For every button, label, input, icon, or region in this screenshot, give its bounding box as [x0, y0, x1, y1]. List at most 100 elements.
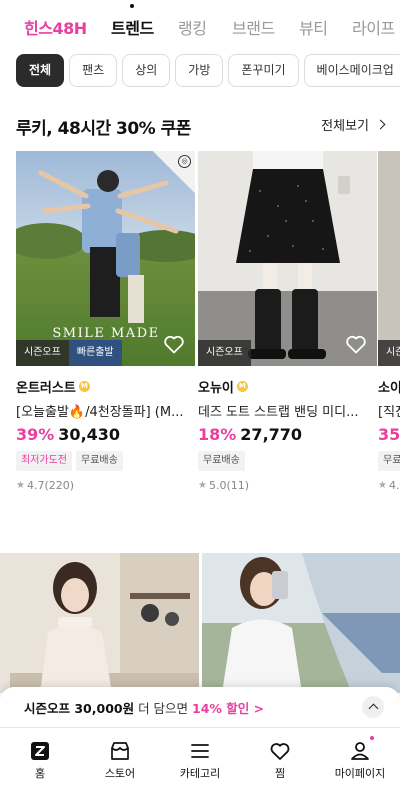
price: 27,770: [240, 425, 303, 444]
discount-rate: 18%: [198, 425, 237, 444]
price-row: 39% 30,430: [16, 425, 195, 444]
star-icon: ★: [198, 480, 207, 491]
lowest-price-tag: 최저가도전: [16, 451, 72, 471]
bottom-navigation: 홈 스토어 카테고리 찜 마이페이지: [0, 727, 400, 791]
nav-home[interactable]: 홈: [0, 728, 80, 791]
star-icon: ★: [16, 480, 25, 491]
tag-season-off: 시즌오프: [198, 340, 251, 366]
store-icon: [111, 742, 129, 760]
chip-base-makeup[interactable]: 베이스메이크업: [303, 54, 400, 87]
product-image[interactable]: 시즌: [378, 151, 400, 366]
feed-photo[interactable]: [0, 553, 199, 693]
product-carousel[interactable]: SMILE MADE ◎ 시즌오프 빠른출발 온트러스트 M [오늘출발🔥/4천…: [16, 151, 400, 496]
chip-phone-deco[interactable]: 폰꾸미기: [228, 54, 299, 87]
menu-icon: [191, 744, 209, 758]
coupon-discount-link[interactable]: 14% 할인 >: [192, 701, 264, 716]
price: 30,430: [58, 425, 121, 444]
rating: ★ 5.0(11): [198, 479, 377, 492]
chip-tops[interactable]: 상의: [122, 54, 171, 87]
benefit-tags: 최저가도전 무료배송: [16, 451, 195, 471]
nav-store[interactable]: 스토어: [80, 728, 160, 791]
free-shipping-tag: 무료: [378, 451, 400, 471]
nav-category[interactable]: 카테고리: [160, 728, 240, 791]
active-tab-indicator: [130, 4, 134, 8]
chip-pants[interactable]: 팬츠: [69, 54, 118, 87]
image-tag-row: 시즌오프: [198, 340, 251, 366]
tag-fast-ship: 빠른출발: [68, 340, 122, 366]
coupon-threshold: 시즌오프 30,000원: [24, 701, 135, 716]
product-image[interactable]: 시즌오프: [198, 151, 377, 366]
benefit-tags: 무료: [378, 451, 400, 471]
discount-rate: 35: [378, 425, 400, 444]
tag-season-off: 시즌: [378, 340, 400, 366]
product-photo-partial: [378, 151, 400, 366]
product-name: [오늘출발🔥/4천장돌파] (M...: [16, 405, 184, 420]
image-overlay-text: SMILE MADE: [52, 326, 159, 341]
product-name: 데즈 도트 스트랩 밴딩 미디...: [198, 405, 359, 420]
star-icon: ★: [378, 480, 387, 491]
tab-beauty[interactable]: 뷰티: [299, 15, 328, 39]
brand-name-row[interactable]: 오뉴이 M: [198, 377, 377, 396]
membership-badge-icon: M: [236, 381, 248, 392]
rating: ★ 4.7(220): [16, 479, 195, 492]
tab-hince48h[interactable]: 힌스48H: [24, 15, 87, 39]
category-chip-row: 전체 팬츠 상의 가방 폰꾸미기 베이스메이크업: [16, 54, 400, 88]
chip-all[interactable]: 전체: [16, 54, 65, 87]
coupon-message: 시즌오프 30,000원 더 담으면 14% 할인 >: [24, 698, 264, 717]
rating-value: 4.: [388, 479, 400, 492]
membership-badge-icon: M: [78, 381, 90, 392]
nav-mypage-label: 마이페이지: [334, 767, 386, 780]
brand-name: 오뉴이: [198, 381, 234, 396]
see-all-link[interactable]: 전체보기: [321, 115, 386, 134]
coupon-banner[interactable]: 시즌오프 30,000원 더 담으면 14% 할인 >: [0, 687, 400, 727]
nav-wishlist[interactable]: 찜: [240, 728, 320, 791]
nav-category-label: 카테고리: [179, 767, 221, 780]
brand-mark-icon: ◎: [178, 155, 191, 168]
product-card[interactable]: 시즌오프 오뉴이 M 데즈 도트 스트랩 밴딩 미디... 18% 27,770 …: [198, 151, 377, 492]
tab-brand[interactable]: 브랜드: [232, 15, 275, 39]
price-row: 18% 27,770: [198, 425, 377, 444]
feed-photo-kitchen: [0, 553, 199, 693]
product-name: [직진: [378, 405, 400, 420]
brand-name-row[interactable]: 온트러스트 M: [16, 377, 195, 396]
nav-wishlist-label: 찜: [274, 767, 286, 780]
rating-value: 4.7(220): [26, 479, 75, 492]
brand-name: 온트러스트: [16, 381, 76, 396]
section-title: 루키, 48시간 30% 쿠폰: [16, 119, 191, 139]
free-shipping-tag: 무료배송: [198, 451, 245, 471]
image-tag-row: 시즌오프 빠른출발: [16, 340, 122, 366]
heart-icon[interactable]: [344, 332, 368, 356]
feed-photo-outdoor: [202, 553, 400, 693]
user-icon: [351, 742, 369, 760]
home-z-icon: [31, 742, 49, 760]
product-image[interactable]: SMILE MADE ◎ 시즌오프 빠른출발: [16, 151, 195, 366]
discount-rate: 39%: [16, 425, 55, 444]
free-shipping-tag: 무료배송: [76, 451, 123, 471]
tab-life[interactable]: 라이프: [352, 15, 395, 39]
coupon-middle: 더 담으면: [134, 701, 193, 716]
heart-icon[interactable]: [162, 332, 186, 356]
tab-ranking[interactable]: 랭킹: [178, 15, 207, 39]
see-all-label: 전체보기: [321, 119, 369, 134]
tag-season-off: 시즌오프: [16, 340, 69, 366]
brand-name-row[interactable]: 소이: [378, 377, 400, 396]
heart-icon: [270, 743, 290, 760]
tab-trend[interactable]: 트렌드: [111, 15, 154, 39]
benefit-tags: 무료배송: [198, 451, 377, 471]
nav-home-label: 홈: [34, 767, 46, 780]
nav-store-label: 스토어: [104, 767, 136, 780]
rating-value: 5.0(11): [208, 479, 250, 492]
image-tag-row: 시즌: [378, 340, 400, 366]
product-card[interactable]: 시즌 소이 [직진 35 무료 ★4.: [378, 151, 400, 492]
chevron-up-icon[interactable]: [362, 696, 384, 718]
notification-dot: [370, 736, 374, 740]
chevron-right-icon: [375, 119, 386, 130]
feed-photo[interactable]: [202, 553, 400, 693]
nav-mypage[interactable]: 마이페이지: [320, 728, 400, 791]
top-tab-bar: 힌스48H 트렌드 랭킹 브랜드 뷰티 라이프: [0, 0, 400, 52]
product-card[interactable]: SMILE MADE ◎ 시즌오프 빠른출발 온트러스트 M [오늘출발🔥/4천…: [16, 151, 195, 492]
chip-bags[interactable]: 가방: [175, 54, 224, 87]
brand-name: 소이: [378, 381, 400, 396]
rating: ★ 4.: [378, 479, 400, 492]
price-row: 35: [378, 425, 400, 444]
